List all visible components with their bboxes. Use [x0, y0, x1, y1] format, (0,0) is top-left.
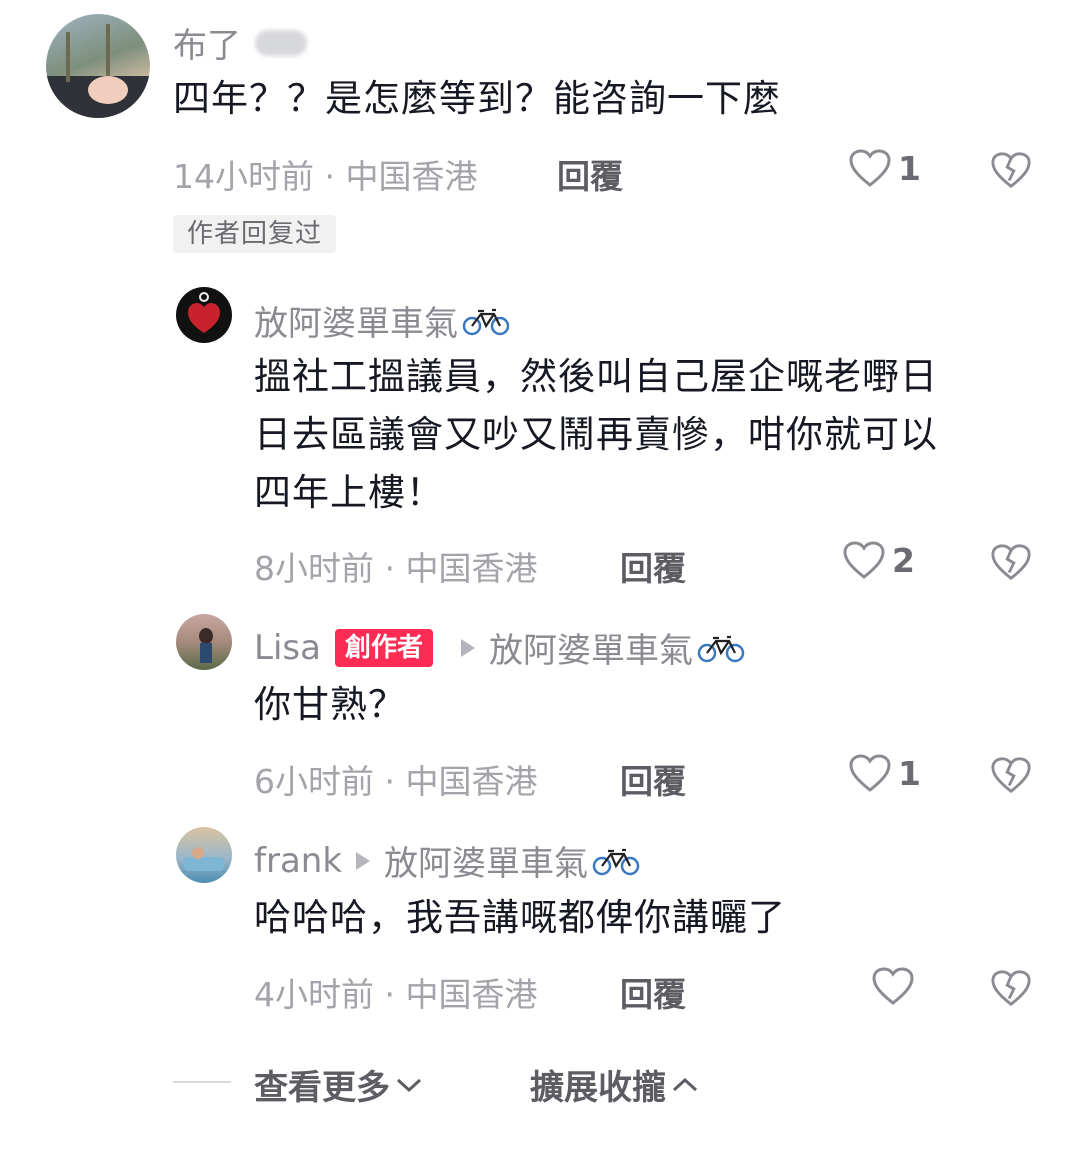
reply-button[interactable]: 回覆 [620, 755, 686, 803]
avatar-photo [184, 847, 224, 871]
dislike-button[interactable] [990, 968, 1032, 1012]
avatar-photo [46, 24, 150, 118]
heart-icon [843, 541, 885, 579]
comment-username[interactable]: 放阿婆單車氣 [254, 296, 510, 345]
reply-button[interactable]: 回覆 [557, 150, 623, 198]
username-text[interactable]: 放阿婆單車氣 [254, 296, 458, 345]
heart-icon [872, 967, 914, 1005]
collapse-label: 擴展收攏 [530, 1068, 666, 1108]
broken-heart-icon [991, 757, 1031, 794]
heart-icon [849, 754, 891, 792]
comment-text: 哈哈哈，我吾講嘅都俾你講曬了 [254, 896, 786, 939]
username-text[interactable]: Lisa [254, 628, 321, 668]
avatar-photo [199, 628, 213, 663]
collapse-button[interactable]: 擴展收攏 [530, 1060, 700, 1109]
view-more-button[interactable]: 查看更多 [254, 1060, 424, 1109]
comment-text: 搵社工搵議員，然後叫自己屋企嘅老嘢日 日去區議會又吵又鬧再賣慘，咁你就可以 四年… [254, 348, 938, 522]
dislike-button[interactable] [990, 150, 1032, 194]
comment-username[interactable]: 布了 [173, 18, 307, 67]
reply-button[interactable]: 回覆 [620, 542, 686, 590]
avatar[interactable] [46, 14, 150, 118]
heart-icon [849, 149, 891, 187]
username-text[interactable]: frank [254, 841, 342, 881]
like-count: 1 [898, 148, 921, 188]
avatar[interactable] [176, 287, 232, 343]
divider [173, 1081, 231, 1083]
like-button[interactable]: 1 [848, 148, 921, 188]
creator-badge: 創作者 [334, 628, 433, 667]
comment-text: 四年？？是怎麼等到？能咨詢一下麼 [173, 77, 781, 120]
broken-heart-icon [991, 970, 1031, 1007]
dislike-button[interactable] [990, 542, 1032, 586]
comment-username[interactable]: Lisa 創作者 放阿婆單車氣 [254, 623, 745, 672]
like-button[interactable] [871, 966, 921, 1006]
reply-arrow-icon [356, 851, 371, 870]
blurred-username-part [255, 29, 307, 56]
bicycle-icon [592, 848, 640, 875]
reply-to-username[interactable]: 放阿婆單車氣 [489, 623, 693, 672]
comment-username[interactable]: frank 放阿婆單車氣 [254, 836, 640, 885]
like-count: 1 [898, 753, 921, 793]
avatar-grenade-heart [188, 292, 220, 333]
avatar[interactable] [176, 614, 232, 670]
chevron-down-icon [396, 1078, 422, 1092]
comment-time-location: 14小时前 · 中国香港 [173, 157, 478, 196]
broken-heart-icon [991, 544, 1031, 581]
like-count: 2 [892, 540, 915, 580]
chevron-up-icon [672, 1077, 698, 1091]
reply-button[interactable]: 回覆 [620, 968, 686, 1016]
comment-time-location: 6小时前 · 中国香港 [254, 762, 538, 801]
comment-text: 你甘熟？ [254, 683, 406, 726]
author-replied-tag: 作者回复过 [173, 215, 337, 253]
view-more-label: 查看更多 [254, 1068, 390, 1108]
comment-text-line: 日去區議會又吵又鬧再賣慘，咁你就可以 [254, 413, 938, 456]
comment-text-line: 四年上樓！ [254, 471, 444, 514]
broken-heart-icon [991, 152, 1031, 189]
like-button[interactable]: 1 [848, 753, 921, 793]
dislike-button[interactable] [990, 755, 1032, 799]
reply-arrow-icon [460, 638, 475, 657]
like-button[interactable]: 2 [842, 540, 915, 580]
username-text[interactable]: 布了 [173, 18, 241, 67]
avatar[interactable] [176, 827, 232, 883]
bicycle-icon [697, 635, 745, 662]
comment-text-line: 搵社工搵議員，然後叫自己屋企嘅老嘢日 [254, 355, 938, 398]
comment-time-location: 8小时前 · 中国香港 [254, 549, 538, 588]
comment-time-location: 4小时前 · 中国香港 [254, 975, 538, 1014]
reply-to-username[interactable]: 放阿婆單車氣 [384, 836, 588, 885]
bicycle-icon [462, 308, 510, 335]
